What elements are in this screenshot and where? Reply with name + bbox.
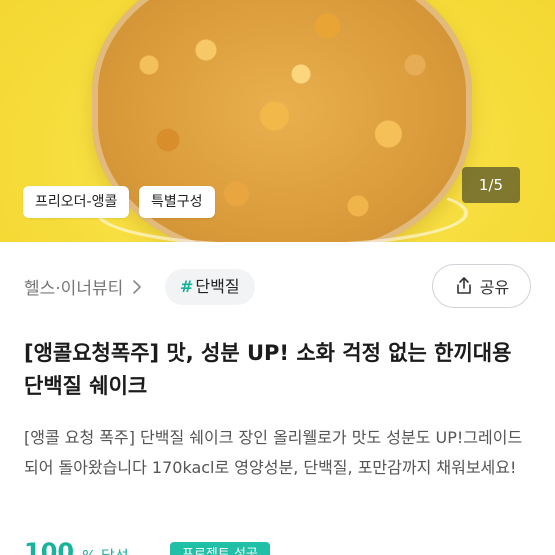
meta-row: 헬스·이너뷰티 # 단백질 공유 <box>0 264 555 310</box>
hashtag-label: 단백질 <box>195 277 240 296</box>
chevron-right-icon <box>133 279 142 294</box>
funding-status: 100 % 달성 프로젝트 성공 <box>24 534 544 555</box>
success-badge: 프로젝트 성공 <box>170 542 270 555</box>
category-breadcrumb[interactable]: 헬스·이너뷰티 <box>24 274 145 299</box>
achievement-amount: 100 <box>24 538 75 555</box>
tag-special: 특별구성 <box>139 186 215 218</box>
image-pager[interactable]: 1/5 <box>462 167 520 203</box>
share-label: 공유 <box>479 278 510 297</box>
product-title: [앵콜요청폭주] 맛, 성분 UP! 소화 걱정 없는 한끼대용 단백질 쉐이크 <box>24 341 512 398</box>
hero-image[interactable]: 프리오더-앵콜 특별구성 1/5 <box>0 0 555 242</box>
share-icon <box>456 277 471 294</box>
hashtag-chip[interactable]: # 단백질 <box>165 269 255 305</box>
share-button[interactable]: 공유 <box>432 264 531 308</box>
tag-preorder: 프리오더-앵콜 <box>23 186 130 218</box>
category-label: 헬스·이너뷰티 <box>24 279 124 299</box>
hash-symbol: # <box>180 277 194 296</box>
achievement-suffix: % 달성 <box>82 545 129 555</box>
product-description: [앵콜 요청 폭주] 단백질 쉐이크 장인 올리웰로가 맛도 성분도 UP!그레… <box>24 428 523 477</box>
